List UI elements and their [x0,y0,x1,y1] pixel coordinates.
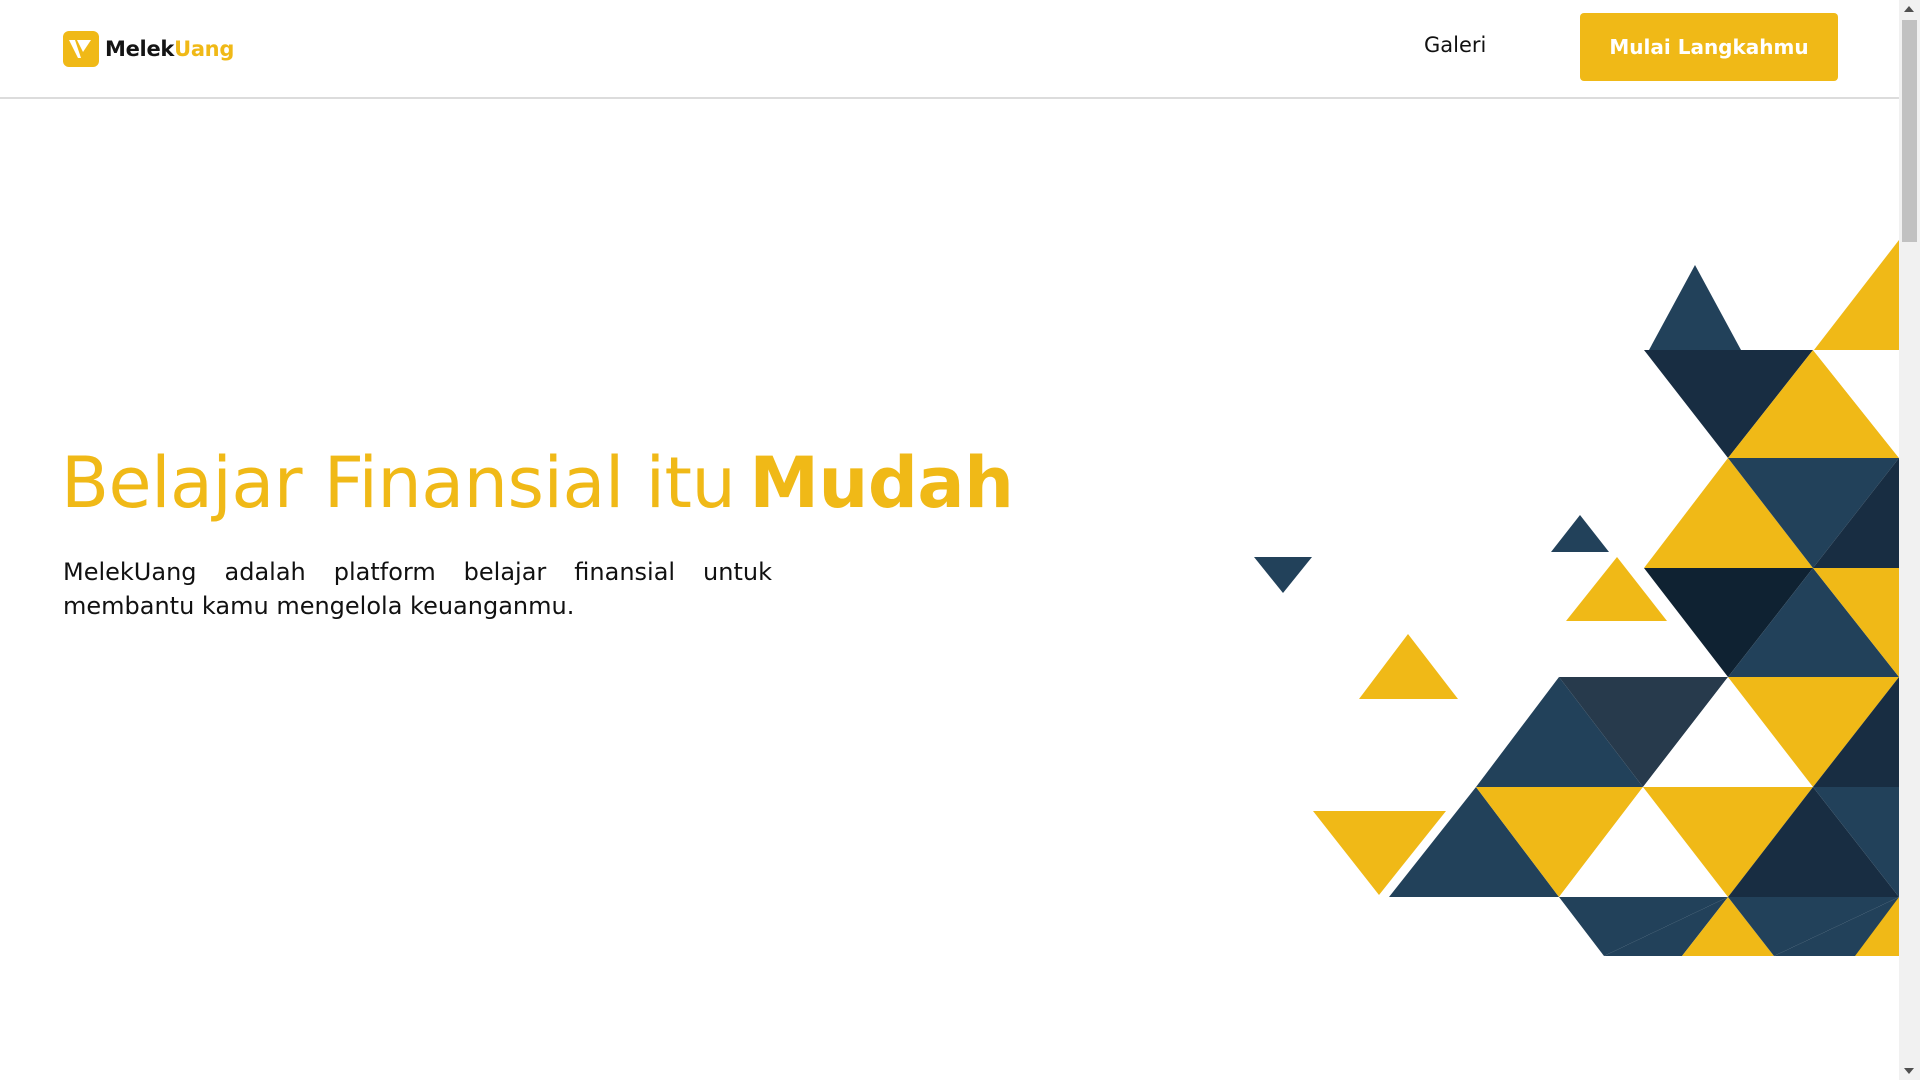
triangle [1814,240,1899,350]
logo-text-uang: Uang [174,37,235,61]
mulai-langkahmu-button[interactable]: Mulai Langkahmu [1580,13,1838,81]
scrollbar-thumb[interactable] [1902,20,1917,242]
logo-text: MelekUang [105,37,234,61]
hero-title-regular: Belajar Finansial itu [61,442,736,524]
triangle [1359,634,1458,699]
melekuang-logo-icon [63,31,99,67]
triangle [1551,515,1609,552]
triangle [1254,557,1312,593]
logo-text-melek: Melek [105,37,175,61]
navbar: MelekUang Galeri Mulai Langkahmu [0,0,1899,99]
triangle-pattern-illustration [1254,240,1899,956]
hero-title-bold: Mudah [749,442,1014,524]
triangle [1649,265,1741,350]
logo-link[interactable]: MelekUang [63,31,234,67]
hero-title: Belajar Finansial itu Mudah [61,442,1014,524]
nav-link-galeri[interactable]: Galeri [1424,33,1486,57]
hero-description: MelekUang adalah platform belajar finans… [63,558,772,620]
vertical-scrollbar[interactable] [1899,0,1920,1080]
scroll-up-arrow-icon[interactable] [1904,6,1914,12]
scroll-down-arrow-icon[interactable] [1904,1068,1914,1074]
